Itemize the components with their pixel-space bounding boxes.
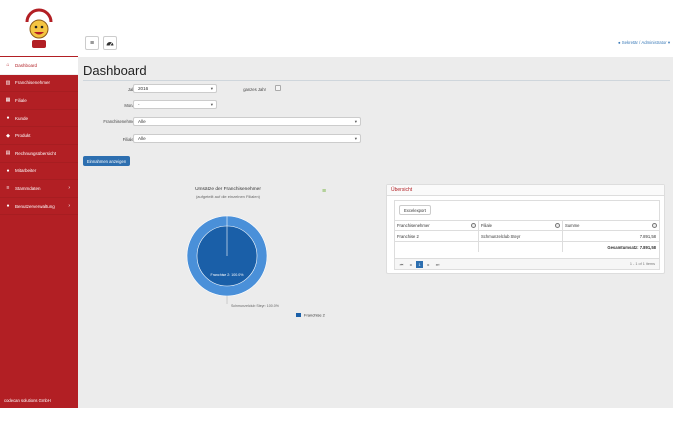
total-row: Gesamtumsatz: 7.891,58	[395, 241, 659, 252]
main-content: Dashboard Jahr 2016 ▾ ganzes Jahr Monat …	[78, 57, 673, 408]
sidebar-item-filiale[interactable]: ▦ Filiale	[0, 92, 78, 110]
sidebar-item-label: Filiale	[15, 97, 27, 103]
users-icon: ●	[6, 115, 10, 122]
last-page-icon[interactable]: ⏭	[434, 261, 441, 268]
filter-icon[interactable]	[652, 223, 657, 228]
sidebar-item-label: Benutzerverwaltung	[15, 203, 55, 209]
dashboard-button[interactable]	[103, 36, 117, 50]
filter-icon[interactable]	[471, 223, 476, 228]
table-row[interactable]: Franchise 2 Schmunzelclub Steyr 7.891,58	[395, 230, 659, 241]
column-header-label: Franchisenehmer	[397, 223, 430, 228]
invoice-icon: ▤	[5, 150, 11, 157]
sidebar-item-kunde[interactable]: ● Kunde	[0, 110, 78, 128]
total-cell: Gesamtumsatz: 7.891,58	[607, 244, 656, 250]
overview-panel: Übersicht Excelexport Franchisenehmer Fi…	[386, 184, 665, 274]
first-page-icon[interactable]: ⏮	[398, 261, 405, 268]
pager: ⏮ ◂ 1 ▸ ⏭ 1 - 1 of 1 items	[395, 258, 659, 269]
next-page-icon[interactable]: ▸	[425, 261, 432, 268]
pie-chart: Franchise 2: 100.0% Schmunzelclub Steyr: …	[186, 215, 326, 318]
column-header[interactable]: Franchisenehmer	[395, 221, 479, 230]
sidebar-item-label: Dashboard	[15, 62, 38, 68]
sidebar-item-rechnungsuebersicht[interactable]: ▤ Rechnungsübersicht	[0, 145, 78, 163]
column-header-label: Filiale	[481, 223, 492, 228]
sidebar-item-label: Rechnungsübersicht	[15, 150, 57, 156]
user-icon: ●	[617, 40, 621, 45]
overview-title: Übersicht	[387, 185, 664, 196]
building-icon: ▦	[5, 97, 11, 104]
table-cell	[395, 242, 479, 252]
legend-swatch	[296, 313, 301, 317]
column-header[interactable]: Summe	[563, 221, 659, 230]
page-bottom	[0, 408, 673, 439]
grid-header: Franchisenehmer Filiale Summe	[395, 220, 659, 230]
logo-area	[0, 0, 78, 56]
table-cell: 7.891,58	[639, 233, 656, 239]
bank-icon: ▥	[5, 79, 11, 86]
page-number-button[interactable]: 1	[416, 261, 423, 268]
prev-page-icon[interactable]: ◂	[407, 261, 414, 268]
sidebar-item-label: Franchisenehmer	[15, 80, 51, 86]
pie-inner-label: Franchise 2: 100.0%	[211, 273, 245, 277]
user-menu-label: Sekretär / Administrator ▾	[621, 40, 670, 45]
sidebar-item-label: Kunde	[15, 115, 29, 121]
chevron-right-icon: ›	[68, 185, 70, 192]
table-cell: Franchise 2	[395, 231, 479, 241]
home-icon: ⌂	[6, 62, 10, 69]
topbar: ≡ ● Sekretär / Administrator ▾	[78, 0, 673, 57]
pie-outer-label: Schmunzelclub Steyr: 100.0%	[231, 304, 280, 308]
column-header-label: Summe	[565, 223, 580, 228]
column-header[interactable]: Filiale	[479, 221, 563, 230]
users-cog-icon: ●	[6, 203, 10, 210]
filter-icon[interactable]	[555, 223, 560, 228]
sidebar-item-dashboard[interactable]: ⌂ Dashboard	[0, 57, 78, 75]
legend-label[interactable]: Franchise 2	[304, 313, 326, 318]
sidebar-item-stammdaten[interactable]: ≡ Stammdaten ›	[0, 180, 78, 198]
list-icon: ≡	[6, 185, 10, 192]
sidebar-item-label: Produkt	[15, 133, 31, 139]
tag-icon: ◆	[6, 132, 10, 139]
user-menu[interactable]: ● Sekretär / Administrator ▾	[618, 40, 670, 46]
footer-brand: codecan solutions GmbH	[4, 398, 51, 403]
table-cell	[479, 242, 563, 252]
sidebar-item-mitarbeiter[interactable]: ● Mitarbeiter	[0, 163, 78, 181]
sidebar-item-label: Stammdaten	[15, 185, 41, 191]
menu-toggle-button[interactable]: ≡	[85, 36, 99, 50]
sidebar-item-benutzerverwaltung[interactable]: ● Benutzerverwaltung ›	[0, 198, 78, 216]
sidebar-item-produkt[interactable]: ◆ Produkt	[0, 127, 78, 145]
user-icon: ●	[6, 167, 10, 174]
overview-grid: Excelexport Franchisenehmer Filiale Summ…	[394, 200, 660, 270]
gauge-icon	[106, 42, 114, 46]
sidebar-nav: ⌂ Dashboard ▥ Franchisenehmer ▦ Filiale …	[0, 57, 78, 216]
sidebar-item-label: Mitarbeiter	[15, 168, 37, 174]
page-info: 1 - 1 of 1 items	[629, 262, 655, 266]
table-cell: Schmunzelclub Steyr	[479, 231, 563, 241]
sidebar-item-franchisenehmer[interactable]: ▥ Franchisenehmer	[0, 75, 78, 93]
hamburger-icon: ≡	[89, 39, 95, 47]
sidebar: ⌂ Dashboard ▥ Franchisenehmer ▦ Filiale …	[0, 0, 78, 408]
chevron-right-icon: ›	[68, 203, 70, 210]
excel-export-button[interactable]: Excelexport	[399, 205, 431, 215]
app-logo	[25, 8, 53, 48]
